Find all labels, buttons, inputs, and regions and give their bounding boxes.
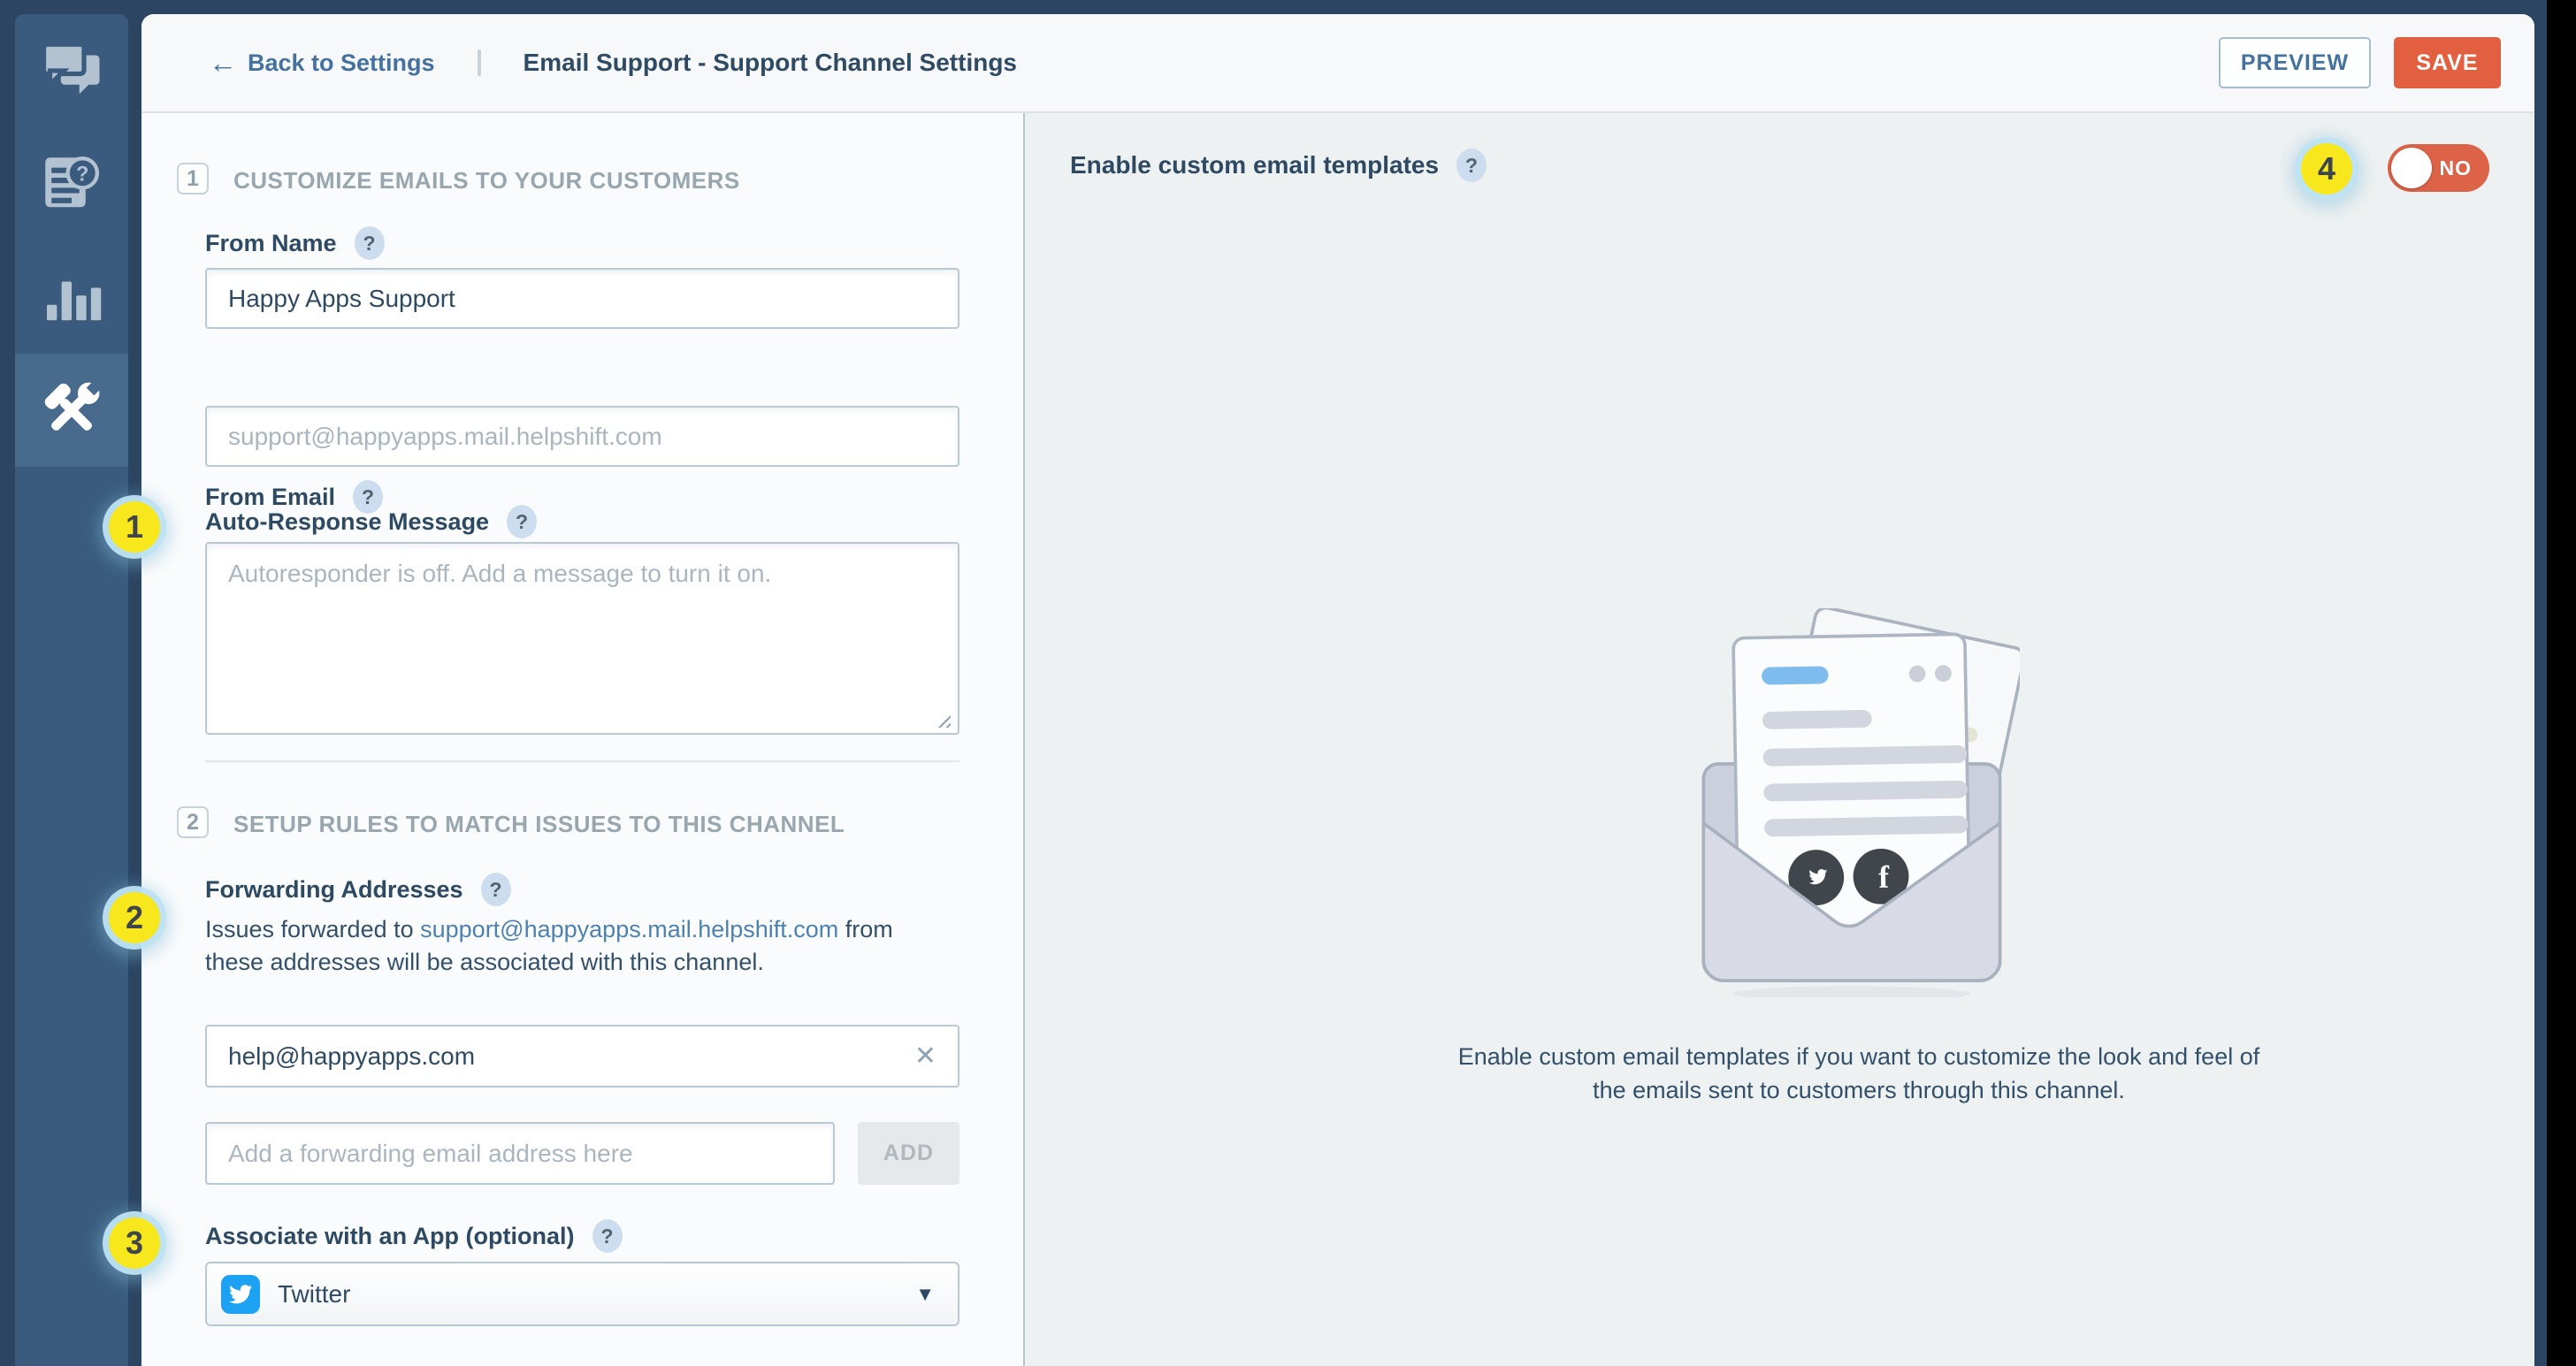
app-select-dropdown[interactable]: Twitter ▼ bbox=[205, 1262, 959, 1326]
annotation-badge-1: 1 bbox=[109, 501, 160, 553]
save-button[interactable]: SAVE bbox=[2394, 37, 2501, 88]
section-divider bbox=[205, 760, 959, 762]
sidebar-nav: ? bbox=[15, 14, 128, 1366]
sidebar-item-analytics[interactable] bbox=[15, 240, 128, 354]
annotation-badge-4: 4 bbox=[2301, 143, 2352, 195]
forwarding-addresses-label: Forwarding Addresses bbox=[205, 876, 463, 904]
custom-templates-toggle[interactable]: NO bbox=[2388, 144, 2489, 192]
svg-text:f: f bbox=[1878, 859, 1891, 895]
tools-icon bbox=[34, 373, 109, 447]
annotation-badge-3: 3 bbox=[109, 1217, 160, 1269]
associate-app-label-row: Associate with an App (optional) ? bbox=[205, 1219, 623, 1253]
section-2-heading: SETUP RULES TO MATCH ISSUES TO THIS CHAN… bbox=[233, 811, 845, 838]
back-link-label: Back to Settings bbox=[248, 50, 435, 77]
back-to-settings-link[interactable]: ← Back to Settings bbox=[209, 49, 435, 77]
auto-response-textarea[interactable] bbox=[205, 542, 959, 735]
svg-text:?: ? bbox=[76, 164, 88, 187]
chat-icon bbox=[34, 34, 109, 108]
add-address-button[interactable]: ADD bbox=[858, 1122, 959, 1185]
templates-description: Enable custom email templates if you wan… bbox=[1372, 1040, 2345, 1107]
preview-button[interactable]: PREVIEW bbox=[2219, 37, 2371, 88]
from-name-input[interactable] bbox=[205, 268, 959, 329]
forwarding-email-link[interactable]: support@happyapps.mail.helpshift.com bbox=[420, 916, 838, 942]
templates-title-row: Enable custom email templates ? bbox=[1070, 149, 1487, 182]
remove-address-icon[interactable]: ✕ bbox=[914, 1041, 936, 1072]
channel-settings-panel: 1 CUSTOMIZE EMAILS TO YOUR CUSTOMERS Fro… bbox=[141, 113, 1023, 1366]
auto-response-label-row: Auto-Response Message ? bbox=[205, 505, 537, 538]
forwarding-description-prefix: Issues forwarded to bbox=[205, 916, 420, 942]
toggle-state-label: NO bbox=[2440, 156, 2473, 180]
section-2-number: 2 bbox=[177, 806, 209, 838]
templates-help-icon[interactable]: ? bbox=[1456, 149, 1487, 182]
templates-description-line2: the emails sent to customers through thi… bbox=[1593, 1077, 2125, 1103]
page-title: Email Support - Support Channel Settings bbox=[524, 49, 1017, 77]
textarea-resize-handle[interactable] bbox=[936, 713, 951, 728]
forwarding-description: Issues forwarded to support@happyapps.ma… bbox=[205, 913, 952, 979]
breadcrumb-separator bbox=[478, 50, 481, 76]
forwarding-address-row: help@happyapps.com ✕ bbox=[205, 1025, 959, 1087]
bar-chart-icon bbox=[34, 260, 109, 334]
app-window: ? bbox=[0, 0, 2547, 1366]
from-name-label: From Name bbox=[205, 230, 337, 257]
associate-app-label: Associate with an App (optional) bbox=[205, 1223, 575, 1250]
back-arrow-icon: ← bbox=[209, 49, 237, 77]
email-templates-panel: Enable custom email templates ? NO bbox=[1023, 113, 2534, 1366]
forwarding-label-row: Forwarding Addresses ? bbox=[205, 873, 511, 906]
card-header: ← Back to Settings Email Support - Suppo… bbox=[141, 14, 2534, 113]
sidebar-item-settings[interactable] bbox=[15, 354, 128, 467]
annotation-badge-2: 2 bbox=[109, 892, 160, 943]
auto-response-help-icon[interactable]: ? bbox=[507, 505, 537, 538]
associate-app-help-icon[interactable]: ? bbox=[592, 1219, 623, 1253]
from-name-label-row: From Name ? bbox=[205, 226, 385, 260]
sidebar-item-faqs[interactable]: ? bbox=[15, 127, 128, 240]
email-envelope-illustration: f bbox=[1684, 608, 2020, 997]
toggle-knob bbox=[2391, 148, 2432, 188]
from-email-input[interactable] bbox=[205, 406, 959, 467]
sidebar-item-conversations[interactable] bbox=[15, 14, 128, 127]
add-forwarding-input[interactable] bbox=[205, 1122, 835, 1185]
auto-response-label: Auto-Response Message bbox=[205, 508, 489, 536]
section-1-number: 1 bbox=[177, 163, 209, 195]
faq-doc-icon: ? bbox=[34, 147, 109, 221]
chevron-down-icon: ▼ bbox=[915, 1283, 935, 1306]
forwarding-help-icon[interactable]: ? bbox=[481, 873, 511, 906]
forwarding-address-value: help@happyapps.com bbox=[228, 1042, 475, 1071]
section-1-heading: CUSTOMIZE EMAILS TO YOUR CUSTOMERS bbox=[233, 167, 740, 195]
main-card: ← Back to Settings Email Support - Suppo… bbox=[141, 14, 2534, 1366]
templates-description-line1: Enable custom email templates if you wan… bbox=[1458, 1043, 2259, 1070]
twitter-app-icon bbox=[221, 1275, 260, 1314]
templates-title: Enable custom email templates bbox=[1070, 151, 1439, 179]
from-name-help-icon[interactable]: ? bbox=[355, 226, 385, 260]
app-select-value: Twitter bbox=[278, 1280, 915, 1309]
